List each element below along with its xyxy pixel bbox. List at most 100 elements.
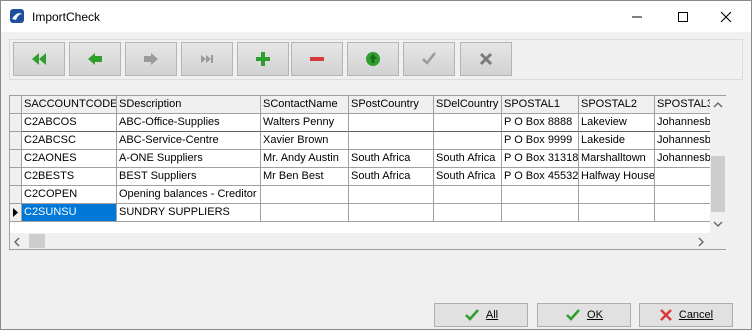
grid-cell[interactable] xyxy=(579,186,655,204)
horizontal-scroll-thumb[interactable] xyxy=(29,234,45,248)
vertical-scroll-thumb[interactable] xyxy=(711,156,725,212)
column-header-saccountcode[interactable]: SACCOUNTCODE xyxy=(22,96,117,114)
grid-cell[interactable] xyxy=(349,114,434,132)
grid-cell[interactable] xyxy=(502,186,579,204)
grid-cell[interactable]: A-ONE Suppliers xyxy=(117,150,261,168)
grid-cell[interactable]: C2AONES xyxy=(22,150,117,168)
grid-cell[interactable] xyxy=(349,186,434,204)
grid-cell[interactable]: P O Box 9999 xyxy=(502,132,579,150)
window-title: ImportCheck xyxy=(32,10,101,24)
grid-cell[interactable] xyxy=(655,168,715,186)
row-indicator[interactable] xyxy=(10,150,22,168)
column-header-spostal2[interactable]: SPOSTAL2 xyxy=(579,96,655,114)
grid-cell[interactable] xyxy=(349,132,434,150)
grid-cell[interactable] xyxy=(655,186,715,204)
grid-cell[interactable]: P O Box 8888 xyxy=(502,114,579,132)
row-indicator[interactable] xyxy=(10,114,22,132)
ok-button-label: OK xyxy=(587,309,603,321)
last-record-button[interactable] xyxy=(181,42,233,76)
cancel-button-label: Cancel xyxy=(678,309,714,321)
maximize-button[interactable] xyxy=(666,1,700,32)
grid-cell[interactable]: Opening balances - Creditor xyxy=(117,186,261,204)
grid-cell[interactable] xyxy=(261,204,349,222)
row-indicator[interactable] xyxy=(10,168,22,186)
column-header-sdelcountry[interactable]: SDelCountry xyxy=(434,96,502,114)
first-record-button[interactable] xyxy=(13,42,65,76)
grid-cell[interactable] xyxy=(579,204,655,222)
grid-cell[interactable]: Marshalltown xyxy=(579,150,655,168)
data-grid[interactable]: SACCOUNTCODE SDescription SContactName S… xyxy=(9,95,726,250)
grid-corner xyxy=(10,96,22,114)
minimize-button[interactable] xyxy=(620,1,654,32)
grid-cell[interactable] xyxy=(261,186,349,204)
grid-cell[interactable]: South Africa xyxy=(434,168,502,186)
checkmark-icon xyxy=(464,309,479,321)
grid-cell[interactable]: P O Box 45532 xyxy=(502,168,579,186)
grid-cell[interactable] xyxy=(434,186,502,204)
grid-cell[interactable]: BEST Suppliers xyxy=(117,168,261,186)
cancel-edit-button[interactable] xyxy=(460,42,512,76)
grid-cell[interactable]: Johannesburg xyxy=(655,114,715,132)
double-left-arrow-icon xyxy=(32,53,46,65)
all-button[interactable]: All xyxy=(434,303,528,327)
title-bar: ImportCheck xyxy=(1,1,751,32)
ok-button[interactable]: OK xyxy=(537,303,631,327)
app-window-icon xyxy=(10,9,24,23)
grid-cell[interactable] xyxy=(502,204,579,222)
add-record-button[interactable] xyxy=(237,42,289,76)
grid-cell[interactable]: C2ABCSC xyxy=(22,132,117,150)
grid-cell[interactable]: Lakeview xyxy=(579,114,655,132)
scroll-up-icon[interactable] xyxy=(713,101,723,109)
grid-cell[interactable]: Mr Ben Best xyxy=(261,168,349,186)
close-icon xyxy=(720,11,732,22)
up-arrow-circle-icon xyxy=(366,52,380,66)
minus-icon xyxy=(310,57,324,61)
cancel-button[interactable]: Cancel xyxy=(639,303,733,327)
grid-cell[interactable]: C2BESTS xyxy=(22,168,117,186)
grid-cell[interactable]: Mr. Andy Austin xyxy=(261,150,349,168)
row-indicator[interactable] xyxy=(10,132,22,150)
scroll-left-icon[interactable] xyxy=(13,237,21,247)
grid-cell[interactable]: C2COPEN xyxy=(22,186,117,204)
column-header-spostcountry[interactable]: SPostCountry xyxy=(349,96,434,114)
grid-cell-selected[interactable]: C2SUNSU xyxy=(22,204,117,222)
grid-cell[interactable] xyxy=(349,204,434,222)
grid-cell[interactable]: ABC-Service-Centre xyxy=(117,132,261,150)
grid-cell[interactable] xyxy=(434,132,502,150)
grid-cell[interactable]: Walters Penny xyxy=(261,114,349,132)
grid-cell[interactable]: Halfway House xyxy=(579,168,655,186)
x-icon xyxy=(659,309,672,321)
column-header-spostal3[interactable]: SPOSTAL3 xyxy=(655,96,715,114)
column-header-spostal1[interactable]: SPOSTAL1 xyxy=(502,96,579,114)
close-window-button[interactable] xyxy=(709,1,743,32)
row-indicator[interactable] xyxy=(10,204,22,222)
grid-cell[interactable]: Johannesburg xyxy=(655,150,715,168)
grid-cell[interactable]: Johannesburg xyxy=(655,132,715,150)
post-edit-button[interactable] xyxy=(403,42,455,76)
plus-icon xyxy=(256,52,270,66)
grid-cell[interactable]: P O Box 31318 xyxy=(502,150,579,168)
grid-cell[interactable]: South Africa xyxy=(349,150,434,168)
grid-cell[interactable] xyxy=(434,114,502,132)
horizontal-scrollbar[interactable] xyxy=(10,233,710,249)
grid-cell[interactable] xyxy=(655,204,715,222)
column-header-sdescription[interactable]: SDescription xyxy=(117,96,261,114)
grid-cell[interactable]: SUNDRY SUPPLIERS xyxy=(117,204,261,222)
grid-cell[interactable]: South Africa xyxy=(349,168,434,186)
row-pointer-icon xyxy=(13,208,18,217)
column-header-scontactname[interactable]: SContactName xyxy=(261,96,349,114)
delete-record-button[interactable] xyxy=(291,42,343,76)
grid-cell[interactable]: ABC-Office-Supplies xyxy=(117,114,261,132)
scroll-down-icon[interactable] xyxy=(713,220,723,228)
next-record-button[interactable] xyxy=(125,42,177,76)
edit-record-button[interactable] xyxy=(347,42,399,76)
grid-cell[interactable]: Lakeside xyxy=(579,132,655,150)
grid-cell[interactable]: South Africa xyxy=(434,150,502,168)
grid-cell[interactable]: C2ABCOS xyxy=(22,114,117,132)
previous-record-button[interactable] xyxy=(69,42,121,76)
row-indicator[interactable] xyxy=(10,186,22,204)
scroll-right-icon[interactable] xyxy=(697,237,705,247)
checkmark-icon xyxy=(422,52,436,65)
grid-cell[interactable] xyxy=(434,204,502,222)
grid-cell[interactable]: Xavier Brown xyxy=(261,132,349,150)
